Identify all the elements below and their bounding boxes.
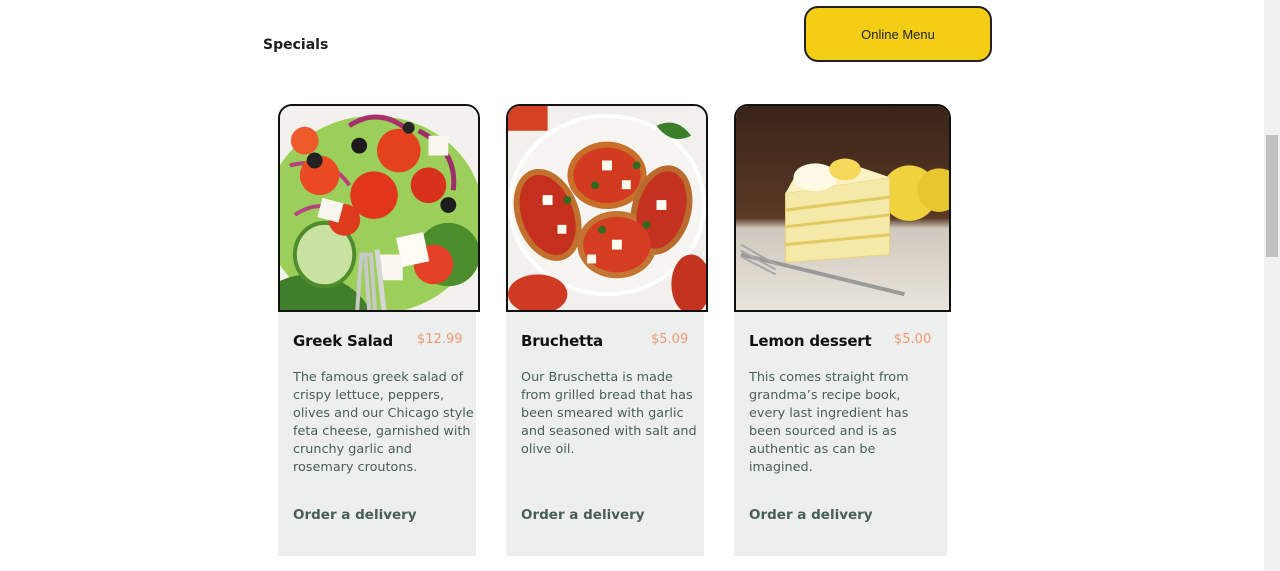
- lemon-dessert-image: [734, 104, 951, 312]
- dish-description: This comes straight from grandma’s recip…: [749, 370, 909, 475]
- dish-name: Lemon dessert: [749, 332, 872, 350]
- order-delivery-link[interactable]: Order a delivery: [293, 507, 417, 523]
- dish-description: The famous greek salad of crispy lettuce…: [293, 370, 474, 475]
- section-title: Specials: [263, 37, 329, 53]
- dish-description: Our Bruschetta is made from grilled brea…: [521, 370, 697, 457]
- order-delivery-link[interactable]: Order a delivery: [749, 507, 873, 523]
- online-menu-button[interactable]: Online Menu: [804, 6, 992, 62]
- dish-price: $12.99: [417, 332, 463, 347]
- dish-name: Greek Salad: [293, 332, 393, 350]
- greek-salad-image: [278, 104, 480, 312]
- special-card-bruchetta: Bruchetta $5.09 Our Bruschetta is made f…: [506, 104, 708, 556]
- bruschetta-image: [506, 104, 708, 312]
- dish-name: Bruchetta: [521, 332, 603, 350]
- dish-price: $5.09: [651, 332, 689, 347]
- page: Specials Online Menu Greek Salad $12.99 …: [0, 0, 1264, 571]
- order-delivery-link[interactable]: Order a delivery: [521, 507, 645, 523]
- scrollbar-thumb[interactable]: [1266, 135, 1278, 257]
- special-card-greek-salad: Greek Salad $12.99 The famous greek sala…: [278, 104, 480, 556]
- dish-price: $5.00: [894, 332, 932, 347]
- special-card-lemon-dessert: Lemon dessert $5.00 This comes straight …: [734, 104, 951, 556]
- vertical-scrollbar[interactable]: [1264, 0, 1280, 571]
